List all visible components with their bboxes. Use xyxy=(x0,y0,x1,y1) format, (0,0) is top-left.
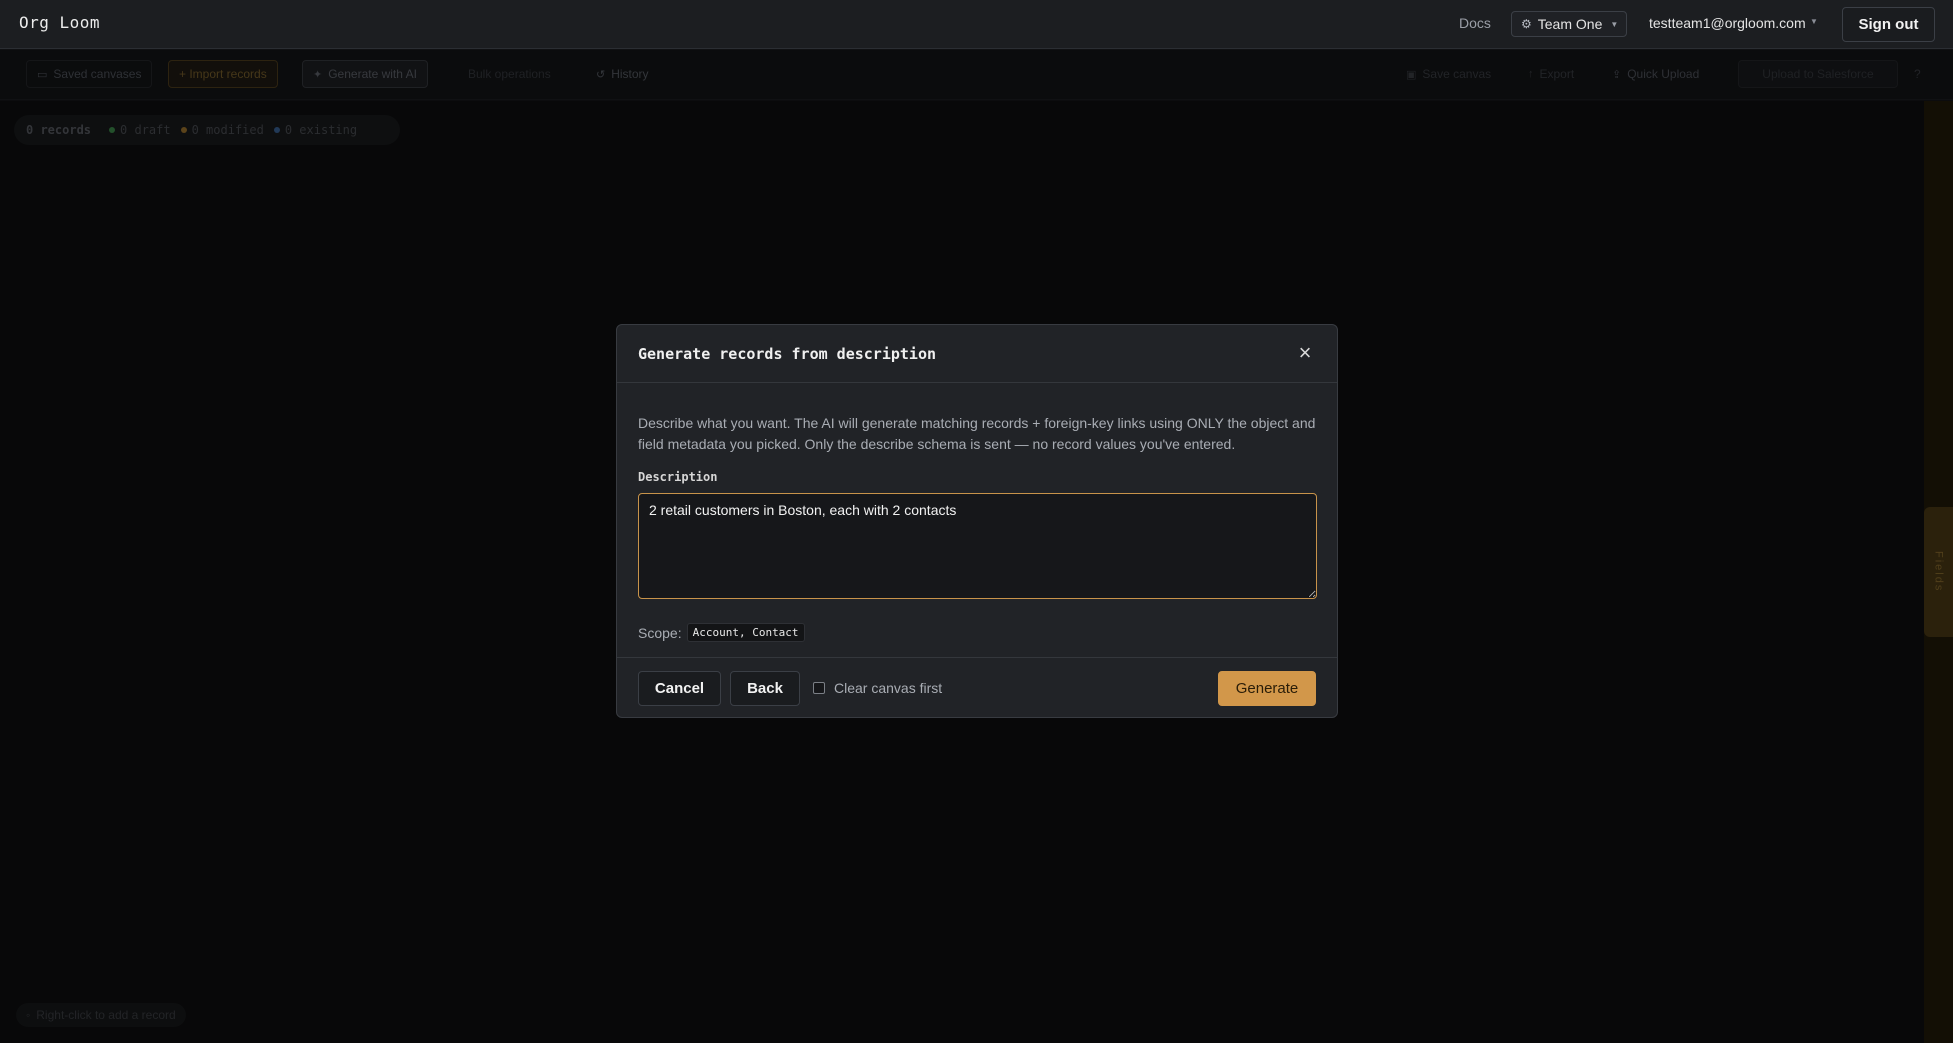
team-name: Team One xyxy=(1537,16,1603,32)
gear-icon: ⚙ xyxy=(1521,17,1532,31)
clear-canvas-checkbox[interactable] xyxy=(813,682,825,694)
dialog-header: Generate records from description × xyxy=(617,325,1337,383)
sign-out-button[interactable]: Sign out xyxy=(1842,7,1935,42)
back-button[interactable]: Back xyxy=(730,671,800,706)
chevron-down-icon: ▼ xyxy=(1610,19,1619,29)
generate-records-dialog: Generate records from description × Desc… xyxy=(616,324,1338,718)
brand-logo[interactable]: Org Loom xyxy=(19,13,100,32)
description-label: Description xyxy=(638,470,718,484)
description-textarea[interactable] xyxy=(638,493,1317,599)
scope-chip: Account, Contact xyxy=(686,623,805,642)
dialog-title: Generate records from description xyxy=(638,345,937,363)
docs-link[interactable]: Docs xyxy=(1459,15,1491,31)
dialog-footer: Cancel Back Clear canvas first Generate xyxy=(617,657,1337,717)
user-email[interactable]: testteam1@orgloom.com xyxy=(1649,15,1806,31)
team-selector[interactable]: ⚙ Team One ▼ xyxy=(1511,11,1627,37)
scope-label: Scope: xyxy=(638,624,682,641)
scope-row: Scope: Account, Contact xyxy=(638,623,805,642)
cancel-button[interactable]: Cancel xyxy=(638,671,721,706)
chevron-down-icon[interactable]: ▼ xyxy=(1810,17,1818,26)
clear-canvas-option[interactable]: Clear canvas first xyxy=(813,680,942,696)
dialog-description: Describe what you want. The AI will gene… xyxy=(638,415,1316,452)
top-header: Org Loom Docs ⚙ Team One ▼ testteam1@org… xyxy=(0,0,1953,49)
clear-canvas-label: Clear canvas first xyxy=(834,680,943,696)
close-icon[interactable]: × xyxy=(1294,342,1316,364)
generate-button[interactable]: Generate xyxy=(1218,671,1316,706)
